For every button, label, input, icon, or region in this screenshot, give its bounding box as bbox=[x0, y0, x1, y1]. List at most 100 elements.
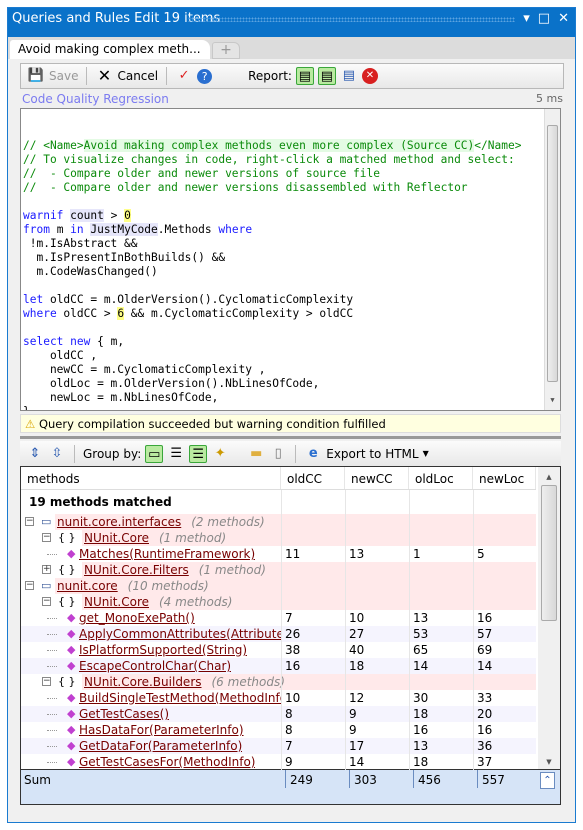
code-token: { m, bbox=[90, 335, 125, 348]
code-token: > bbox=[103, 209, 125, 222]
code-line: m.CodeWasChanged() bbox=[23, 265, 560, 279]
tab-query[interactable]: Avoid making complex meth... bbox=[10, 40, 210, 59]
save-button[interactable]: Save bbox=[49, 69, 78, 83]
table-row[interactable]: ◆BuildSingleTestMethod(MethodInfo,Te 10 12… bbox=[21, 690, 536, 706]
assembly-link[interactable]: nunit.core bbox=[57, 579, 118, 593]
code-editor[interactable]: // <Name>Avoid making complex methods ev… bbox=[20, 108, 561, 411]
method-link[interactable]: ApplyCommonAttributes(Attribute[],Te bbox=[79, 627, 281, 641]
table-row[interactable]: −{ } NUnit.Core.Builders (6 methods) bbox=[21, 674, 536, 690]
drag-grip[interactable] bbox=[188, 17, 515, 22]
group-namespace-icon[interactable]: ☰ bbox=[189, 444, 208, 463]
expand-all-icon[interactable]: ⇕ bbox=[26, 445, 44, 463]
table-row[interactable]: − ▭ nunit.core (10 methods) bbox=[21, 578, 536, 594]
close-icon[interactable]: ✕ bbox=[558, 11, 569, 26]
row-name: get_MonoExePath() bbox=[75, 611, 195, 625]
method-link[interactable]: get_MonoExePath() bbox=[79, 611, 195, 625]
cell-oldloc: 14 bbox=[413, 659, 429, 673]
namespace-icon: { } bbox=[58, 563, 76, 576]
code-token: .Methods bbox=[157, 223, 219, 236]
namespace-link[interactable]: NUnit.Core.Filters bbox=[84, 563, 189, 577]
method-link[interactable]: GetTestCases() bbox=[79, 707, 169, 721]
table-row[interactable]: + { } NUnit.Core.Filters (1 method) bbox=[21, 562, 536, 578]
help-icon[interactable]: ? bbox=[197, 68, 213, 84]
collapse-all-icon[interactable]: ⇳ bbox=[48, 445, 66, 463]
namespace-link[interactable]: NUnit.Core bbox=[84, 595, 149, 609]
method-link[interactable]: Matches(RuntimeFramework) bbox=[79, 547, 255, 561]
table-row[interactable]: − ▭ nunit.core.interfaces (2 methods) bbox=[21, 514, 536, 530]
column-header-newloc[interactable]: newLoc bbox=[473, 467, 536, 489]
table-row[interactable]: ◆ EscapeControlChar(Char) 16 18 14 14 bbox=[21, 658, 536, 674]
method-link[interactable]: IsPlatformSupported(String) bbox=[79, 643, 247, 657]
code-line: // - Compare older and newer versions di… bbox=[23, 181, 560, 195]
method-link[interactable]: EscapeControlChar(Char) bbox=[79, 659, 231, 673]
cell-newloc: 16 bbox=[477, 723, 493, 737]
report-list-icon[interactable]: ▤ bbox=[317, 67, 336, 85]
method-link[interactable]: BuildSingleTestMethod(MethodInfo,Te bbox=[79, 691, 281, 705]
table-row[interactable]: ◆ HasDataFor(ParameterInfo) 8 9 16 16 bbox=[21, 722, 536, 738]
code-token: where bbox=[218, 223, 253, 236]
dropdown-icon[interactable]: ▾ bbox=[523, 11, 530, 26]
editor-scrollbar[interactable]: ▲ ▼ bbox=[544, 109, 560, 410]
table-row[interactable]: ◆ GetTestCases() 8 9 18 20 bbox=[21, 706, 536, 722]
report-chart-icon[interactable]: ▤ bbox=[295, 67, 314, 85]
grid-header: methods oldCC newCC oldLoc newLoc bbox=[21, 467, 536, 490]
code-token: 0 bbox=[124, 209, 131, 222]
row-name: nunit.core (10 methods) bbox=[53, 579, 209, 593]
sum-oldcc: 249 bbox=[285, 770, 313, 788]
cell-newloc: 69 bbox=[477, 643, 493, 657]
method-link[interactable]: HasDataFor(ParameterInfo) bbox=[79, 723, 244, 737]
expand-icon[interactable]: + bbox=[42, 565, 51, 574]
column-header-oldcc[interactable]: oldCC bbox=[281, 467, 345, 489]
collapse-icon[interactable]: − bbox=[42, 677, 51, 686]
code-token: count bbox=[70, 209, 104, 222]
cancel-button[interactable]: Cancel bbox=[117, 69, 158, 83]
column-header-methods[interactable]: methods bbox=[21, 467, 281, 489]
report-table-icon[interactable]: ▤ bbox=[340, 67, 358, 85]
method-count: (6 methods) bbox=[211, 675, 285, 689]
file-icon[interactable]: ▯ bbox=[269, 445, 287, 463]
splitter[interactable] bbox=[20, 436, 561, 439]
code-token: && m.CyclomaticComplexity > oldCC bbox=[124, 307, 354, 320]
table-row[interactable]: ◆ GetTestCasesFor(MethodInfo) 9 14 18 37 bbox=[21, 754, 536, 770]
group-tree-icon[interactable]: ☰ bbox=[167, 445, 185, 463]
table-row[interactable]: ◆ IsPlatformSupported(String) 38 40 65 69 bbox=[21, 642, 536, 658]
cell-oldloc: 13 bbox=[413, 611, 429, 625]
export-html-button[interactable]: Export to HTML bbox=[326, 447, 418, 461]
check-document-icon[interactable]: ✓ bbox=[175, 67, 193, 85]
method-link[interactable]: GetDataFor(ParameterInfo) bbox=[79, 739, 242, 753]
method-link[interactable]: GetTestCasesFor(MethodInfo) bbox=[79, 755, 255, 769]
collapse-up-button[interactable]: ⌃ bbox=[540, 772, 555, 789]
assembly-link[interactable]: nunit.core.interfaces bbox=[57, 515, 181, 529]
column-header-oldloc[interactable]: oldLoc bbox=[409, 467, 473, 489]
column-header-newcc[interactable]: newCC bbox=[345, 467, 409, 489]
collapse-icon[interactable]: − bbox=[42, 597, 51, 606]
method-icon: ◆ bbox=[67, 707, 76, 720]
code-token: m.IsPresentInBothBuilds() && bbox=[23, 251, 226, 264]
report-delete-icon[interactable]: ✕ bbox=[361, 68, 378, 84]
namespace-link[interactable]: NUnit.Core.Builders bbox=[84, 675, 202, 689]
table-row[interactable]: −{ } NUnit.Core (4 methods) bbox=[21, 594, 536, 610]
cell-oldcc: 11 bbox=[285, 547, 301, 561]
collapse-icon[interactable]: − bbox=[25, 517, 34, 526]
collapse-icon[interactable]: − bbox=[25, 581, 34, 590]
table-row[interactable]: ◆ get_MonoExePath() 7 10 13 16 bbox=[21, 610, 536, 626]
grid-scrollbar[interactable]: ▲ ▼ bbox=[538, 467, 560, 769]
collapse-icon[interactable]: − bbox=[42, 533, 51, 542]
namespace-link[interactable]: NUnit.Core bbox=[84, 531, 149, 545]
cell-newcc: 27 bbox=[349, 627, 365, 641]
code-token: // <Name> bbox=[23, 139, 84, 152]
folder-icon[interactable]: ▬ bbox=[247, 445, 265, 463]
table-row[interactable]: ◆ GetDataFor(ParameterInfo) 7 17 13 36 bbox=[21, 738, 536, 754]
matched-count: 19 methods matched bbox=[29, 495, 172, 509]
table-row[interactable]: −{ } NUnit.Core (1 method) bbox=[21, 530, 536, 546]
code-token: oldLoc = m.OlderVersion().NbLinesOfCode, bbox=[23, 377, 320, 390]
maximize-icon[interactable]: □ bbox=[538, 11, 550, 26]
group-type-icon[interactable]: ✦ bbox=[211, 445, 229, 463]
add-tab-button[interactable]: + bbox=[212, 42, 240, 59]
group-assembly-icon[interactable]: ▭ bbox=[145, 444, 164, 463]
table-row[interactable]: ◆ Matches(RuntimeFramework) 11 13 1 5 bbox=[21, 546, 536, 562]
code-token: Avoid making complex methods even more c… bbox=[83, 139, 475, 152]
chevron-down-icon[interactable]: ▼ bbox=[423, 449, 429, 458]
cell-newloc: 16 bbox=[477, 611, 493, 625]
table-row[interactable]: ◆ApplyCommonAttributes(Attribute[],Te 26 2… bbox=[21, 626, 536, 642]
